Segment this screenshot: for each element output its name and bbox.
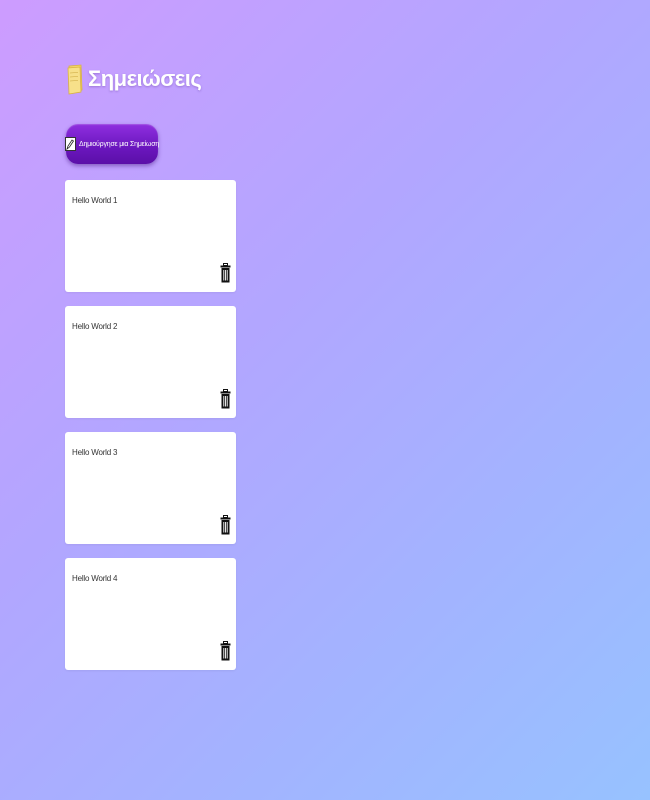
note-card[interactable]: Hello World 4	[65, 558, 236, 670]
note-card[interactable]: Hello World 3	[65, 432, 236, 544]
page-title: Σημειώσεις	[88, 66, 202, 91]
note-card[interactable]: Hello World 2	[65, 306, 236, 418]
create-note-button[interactable]: Δημιούργησε μια Σημείωση	[64, 124, 160, 164]
delete-note-button[interactable]	[220, 515, 231, 535]
note-text[interactable]: Hello World 4	[72, 574, 117, 583]
note-text[interactable]: Hello World 1	[72, 196, 117, 205]
trash-icon	[220, 515, 231, 535]
pencil-icon	[64, 137, 76, 151]
page-header: Σημειώσεις	[66, 62, 202, 96]
create-note-label: Δημιούργησε μια Σημείωση	[78, 140, 160, 148]
delete-note-button[interactable]	[220, 389, 231, 409]
delete-note-button[interactable]	[220, 263, 231, 283]
note-card[interactable]: Hello World 1	[65, 180, 236, 292]
note-text[interactable]: Hello World 3	[72, 448, 117, 457]
trash-icon	[220, 641, 231, 661]
delete-note-button[interactable]	[220, 641, 231, 661]
trash-icon	[220, 263, 231, 283]
note-text[interactable]: Hello World 2	[72, 322, 117, 331]
sticky-note-icon	[66, 62, 84, 96]
notes-list: Hello World 1 Hello World 2 Hello World …	[65, 180, 236, 684]
trash-icon	[220, 389, 231, 409]
